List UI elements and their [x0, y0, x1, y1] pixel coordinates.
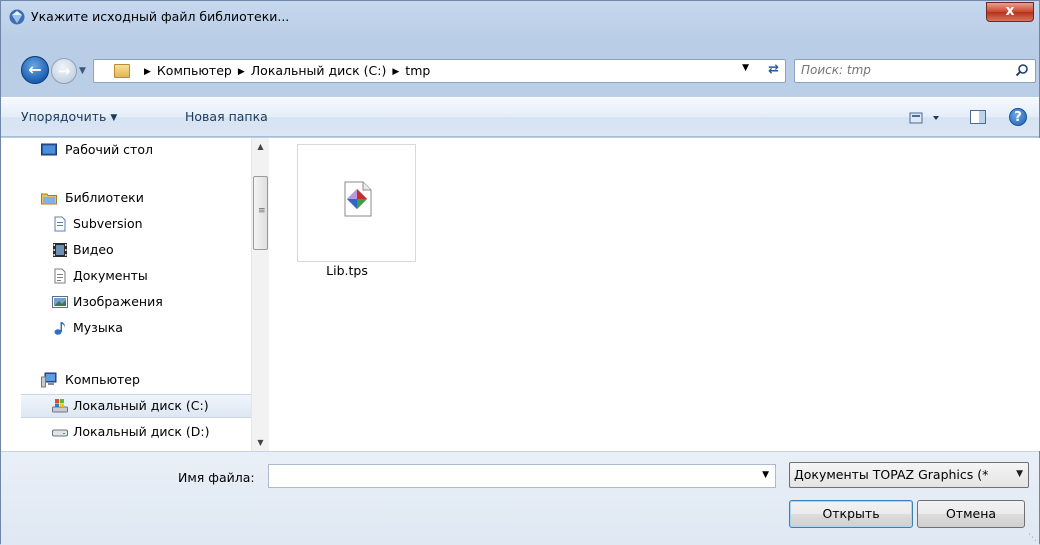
file-list[interactable]: Lib.tps	[271, 138, 1040, 451]
address-history-chevron-down-icon[interactable]: ▼	[742, 63, 749, 73]
nav-item-subversion[interactable]: Subversion	[1, 212, 251, 236]
nav-item-label: Библиотеки	[65, 190, 144, 205]
breadcrumb-separator-icon[interactable]: ▶	[392, 67, 399, 77]
scroll-up-arrow-icon[interactable]: ▲	[252, 138, 269, 155]
recent-locations-chevron-down-icon[interactable]: ▼	[79, 66, 89, 76]
documents-icon	[54, 268, 66, 284]
desktop-icon	[41, 143, 57, 156]
scroll-down-arrow-icon[interactable]: ▼	[252, 434, 269, 451]
help-icon[interactable]: ?	[1009, 108, 1027, 126]
file-open-dialog: Укажите исходный файл библиотеки... x ← …	[0, 0, 1040, 545]
breadcrumb: ▶ Компьютер ▶ Локальный диск (C:) ▶ tmp	[138, 63, 430, 78]
app-gem-icon	[9, 9, 25, 25]
music-icon	[54, 322, 65, 335]
back-arrow-icon: ←	[28, 60, 42, 79]
refresh-icon[interactable]: ⇄	[768, 62, 779, 77]
nav-item-label: Компьютер	[65, 372, 140, 387]
forward-arrow-icon: →	[57, 62, 71, 80]
nav-item-label: Документы	[73, 268, 148, 283]
grip-icon: ≡	[258, 206, 266, 216]
nav-item-label: Subversion	[73, 216, 143, 231]
document-icon	[54, 216, 66, 232]
breadcrumb-drive-c[interactable]: Локальный диск (C:)	[251, 63, 387, 78]
filename-label: Имя файла:	[178, 470, 255, 485]
new-folder-button[interactable]: Новая папка	[185, 109, 268, 124]
navigation-pane: Рабочий стол Библиотеки Subversion Видео…	[1, 138, 271, 451]
nav-item-drive-d[interactable]: Локальный диск (D:)	[1, 420, 251, 444]
open-button[interactable]: Открыть	[789, 500, 913, 528]
window-title: Укажите исходный файл библиотеки...	[31, 9, 290, 24]
nav-item-desktop[interactable]: Рабочий стол	[1, 138, 251, 162]
search-icon[interactable]	[1015, 63, 1029, 77]
video-icon	[53, 243, 67, 257]
cancel-button[interactable]: Отмена	[917, 500, 1025, 528]
preview-pane-button[interactable]	[969, 108, 987, 126]
close-button[interactable]: x	[986, 2, 1034, 22]
breadcrumb-separator-icon[interactable]: ▶	[238, 67, 245, 77]
nav-item-label: Изображения	[73, 294, 163, 309]
preview-pane-icon	[970, 110, 986, 124]
forward-button[interactable]: →	[51, 58, 77, 84]
filetype-chevron-down-icon: ▼	[1016, 469, 1023, 479]
nav-item-music[interactable]: Музыка	[1, 316, 251, 340]
file-name[interactable]: Lib.tps	[307, 263, 387, 278]
organize-label: Упорядочить	[21, 109, 107, 124]
folder-icon	[114, 64, 130, 78]
scrollbar-thumb[interactable]: ≡	[253, 176, 268, 250]
breadcrumb-separator-icon[interactable]: ▶	[144, 67, 151, 77]
organize-button[interactable]: Упорядочить ▼	[21, 109, 117, 124]
file-item[interactable]	[297, 144, 416, 262]
resize-grip-icon[interactable]: ⋱	[1028, 533, 1037, 543]
back-button[interactable]: ←	[21, 56, 49, 84]
nav-item-label: Локальный диск (D:)	[73, 424, 210, 439]
topaz-file-icon	[344, 181, 372, 217]
search-box[interactable]	[794, 59, 1036, 83]
nav-item-label: Музыка	[73, 320, 123, 335]
search-input[interactable]	[801, 63, 1001, 77]
pictures-icon	[52, 296, 68, 308]
command-bar: Упорядочить ▼ Новая папка ?	[1, 97, 1039, 137]
nav-item-documents[interactable]: Документы	[1, 264, 251, 288]
nav-item-pictures[interactable]: Изображения	[1, 290, 251, 314]
nav-item-label: Локальный диск (C:)	[73, 398, 209, 413]
breadcrumb-tmp[interactable]: tmp	[405, 63, 430, 78]
view-menu-icon	[909, 112, 939, 124]
navigation-scrollbar[interactable]: ▲ ≡ ▼	[251, 138, 269, 451]
nav-item-libraries[interactable]: Библиотеки	[1, 186, 251, 210]
computer-icon	[41, 372, 57, 388]
breadcrumb-computer[interactable]: Компьютер	[157, 63, 232, 78]
filename-combobox[interactable]: ▼	[268, 464, 776, 488]
address-bar[interactable]: ▶ Компьютер ▶ Локальный диск (C:) ▶ tmp ▼ ⇄	[93, 59, 786, 83]
title-bar[interactable]: Укажите исходный файл библиотеки... x	[1, 1, 1039, 49]
filetype-select[interactable]: Документы TOPAZ Graphics (* ▼	[789, 462, 1029, 488]
chevron-down-icon: ▼	[110, 113, 118, 123]
bottom-panel: Имя файла: ▼ Документы TOPAZ Graphics (*…	[1, 451, 1039, 545]
nav-item-video[interactable]: Видео	[1, 238, 251, 262]
nav-item-computer[interactable]: Компьютер	[1, 368, 251, 392]
system-drive-icon	[52, 399, 68, 413]
nav-item-drive-c[interactable]: Локальный диск (C:)	[21, 394, 251, 418]
drive-icon	[52, 429, 68, 437]
libraries-icon	[41, 193, 57, 205]
change-view-button[interactable]	[909, 109, 943, 127]
nav-item-label: Рабочий стол	[65, 142, 153, 157]
filename-chevron-down-icon[interactable]: ▼	[762, 470, 769, 480]
content-area: Рабочий стол Библиотеки Subversion Видео…	[1, 138, 1040, 451]
filename-input[interactable]	[273, 466, 743, 486]
nav-item-label: Видео	[73, 242, 114, 257]
filetype-value: Документы TOPAZ Graphics (*	[794, 467, 989, 482]
